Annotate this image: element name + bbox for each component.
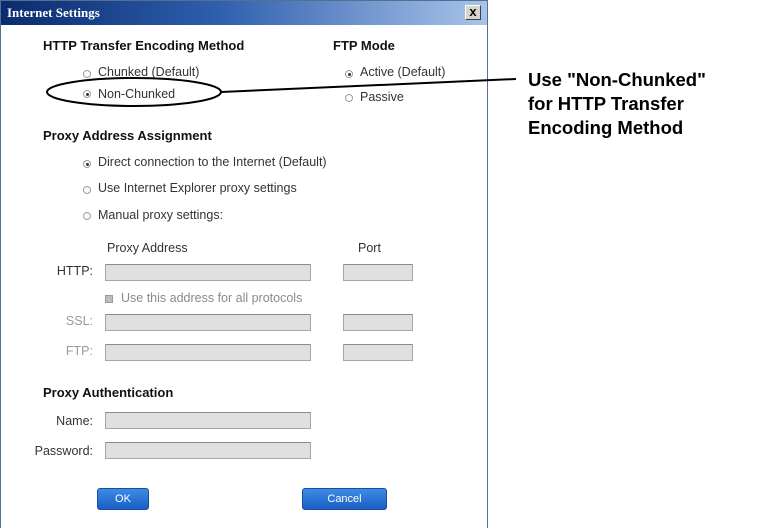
callout-line-2: for HTTP Transfer: [528, 93, 684, 114]
callout-line-3: Encoding Method: [528, 117, 684, 138]
callout-leader-line: [220, 78, 517, 93]
highlight-ellipse: [46, 77, 222, 107]
callout-line-1: Use "Non-Chunked": [528, 69, 706, 90]
callout-text: Use "Non-Chunked" for HTTP Transfer Enco…: [528, 68, 760, 140]
